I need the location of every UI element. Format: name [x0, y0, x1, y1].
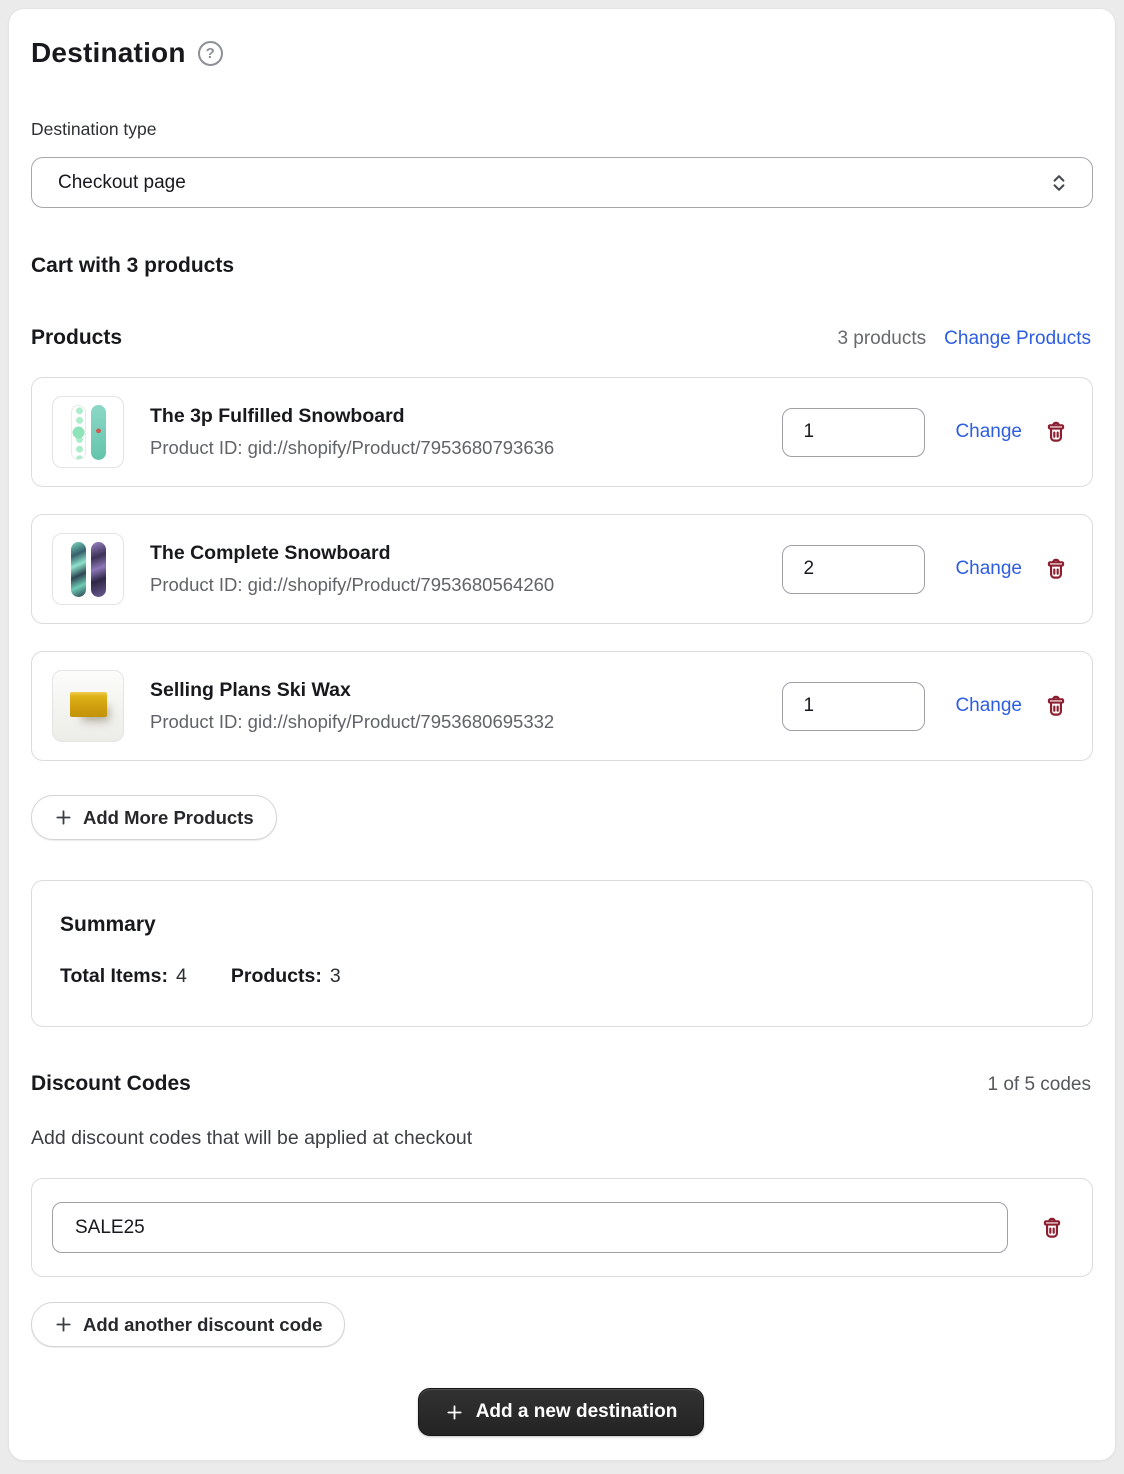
- product-thumbnail-snowboard-3p: [52, 396, 124, 468]
- footer: Add a new destination: [31, 1388, 1091, 1436]
- product-id: Product ID: gid://shopify/Product/795368…: [150, 437, 782, 459]
- plus-icon: [445, 1403, 464, 1422]
- total-items-value: 4: [176, 965, 187, 988]
- add-new-destination-label: Add a new destination: [476, 1401, 678, 1423]
- trash-icon: [1040, 1216, 1064, 1240]
- products-value: 3: [330, 965, 341, 988]
- trash-icon: [1044, 694, 1068, 718]
- plus-icon: [54, 808, 73, 827]
- products-label: Products:: [231, 965, 322, 988]
- quantity-input[interactable]: [782, 545, 925, 594]
- delete-product-button[interactable]: [1044, 420, 1068, 444]
- add-discount-code-button[interactable]: Add another discount code: [31, 1302, 345, 1347]
- add-new-destination-button[interactable]: Add a new destination: [418, 1388, 705, 1436]
- snowboard-camo-purple-graphic: [91, 542, 106, 597]
- product-name: Selling Plans Ski Wax: [150, 679, 782, 702]
- trash-icon: [1044, 420, 1068, 444]
- discount-codes-header: Discount Codes 1 of 5 codes: [31, 1072, 1091, 1096]
- help-icon[interactable]: ?: [198, 41, 223, 66]
- product-info: The Complete Snowboard Product ID: gid:/…: [150, 542, 782, 596]
- products-header: Products 3 products Change Products: [31, 326, 1091, 350]
- discount-code-input[interactable]: [52, 1202, 1008, 1253]
- product-row: The 3p Fulfilled Snowboard Product ID: g…: [31, 377, 1093, 487]
- product-info: Selling Plans Ski Wax Product ID: gid://…: [150, 679, 782, 733]
- add-more-products-label: Add More Products: [83, 807, 254, 829]
- wax-block-graphic: [70, 692, 107, 717]
- product-id: Product ID: gid://shopify/Product/795368…: [150, 574, 782, 596]
- summary-line: Total Items: 4 Products: 3: [60, 965, 1064, 988]
- header: Destination ?: [31, 37, 1091, 69]
- add-discount-code-label: Add another discount code: [83, 1314, 322, 1336]
- total-items-label: Total Items:: [60, 965, 168, 988]
- discount-codes-heading: Discount Codes: [31, 1072, 191, 1096]
- discount-codes-count: 1 of 5 codes: [987, 1074, 1091, 1096]
- products-count: 3 products: [837, 328, 926, 350]
- product-row: Selling Plans Ski Wax Product ID: gid://…: [31, 651, 1093, 761]
- product-name: The 3p Fulfilled Snowboard: [150, 405, 782, 428]
- product-thumbnail-snowboard-complete: [52, 533, 124, 605]
- destination-type-label: Destination type: [31, 119, 1091, 140]
- delete-product-button[interactable]: [1044, 557, 1068, 581]
- destination-type-selected-value: Checkout page: [58, 172, 186, 194]
- delete-discount-code-button[interactable]: [1040, 1216, 1064, 1240]
- change-quantity-link[interactable]: Change: [955, 695, 1022, 717]
- change-products-link[interactable]: Change Products: [944, 328, 1091, 350]
- change-quantity-link[interactable]: Change: [955, 558, 1022, 580]
- page-title: Destination: [31, 37, 186, 69]
- chevron-updown-icon: [1048, 172, 1070, 194]
- products-heading: Products: [31, 326, 122, 350]
- cart-heading: Cart with 3 products: [31, 254, 1091, 278]
- destination-card: Destination ? Destination type Checkout …: [8, 8, 1116, 1461]
- product-row-actions: Change: [955, 557, 1068, 581]
- quantity-input[interactable]: [782, 682, 925, 731]
- discount-code-row: [31, 1178, 1093, 1277]
- discount-codes-description: Add discount codes that will be applied …: [31, 1127, 1091, 1150]
- product-row-actions: Change: [955, 694, 1068, 718]
- snowboard-dotted-graphic: [71, 405, 86, 460]
- destination-type-select[interactable]: Checkout page: [31, 157, 1093, 208]
- product-row-actions: Change: [955, 420, 1068, 444]
- plus-icon: [54, 1315, 73, 1334]
- product-row: The Complete Snowboard Product ID: gid:/…: [31, 514, 1093, 624]
- delete-product-button[interactable]: [1044, 694, 1068, 718]
- quantity-input[interactable]: [782, 408, 925, 457]
- snowboard-camo-green-graphic: [71, 542, 86, 597]
- product-info: The 3p Fulfilled Snowboard Product ID: g…: [150, 405, 782, 459]
- trash-icon: [1044, 557, 1068, 581]
- summary-heading: Summary: [60, 913, 1064, 937]
- change-quantity-link[interactable]: Change: [955, 421, 1022, 443]
- summary-card: Summary Total Items: 4 Products: 3: [31, 880, 1093, 1027]
- product-id: Product ID: gid://shopify/Product/795368…: [150, 711, 782, 733]
- snowboard-teal-graphic: [91, 405, 106, 460]
- product-name: The Complete Snowboard: [150, 542, 782, 565]
- product-thumbnail-ski-wax: [52, 670, 124, 742]
- add-more-products-button[interactable]: Add More Products: [31, 795, 277, 840]
